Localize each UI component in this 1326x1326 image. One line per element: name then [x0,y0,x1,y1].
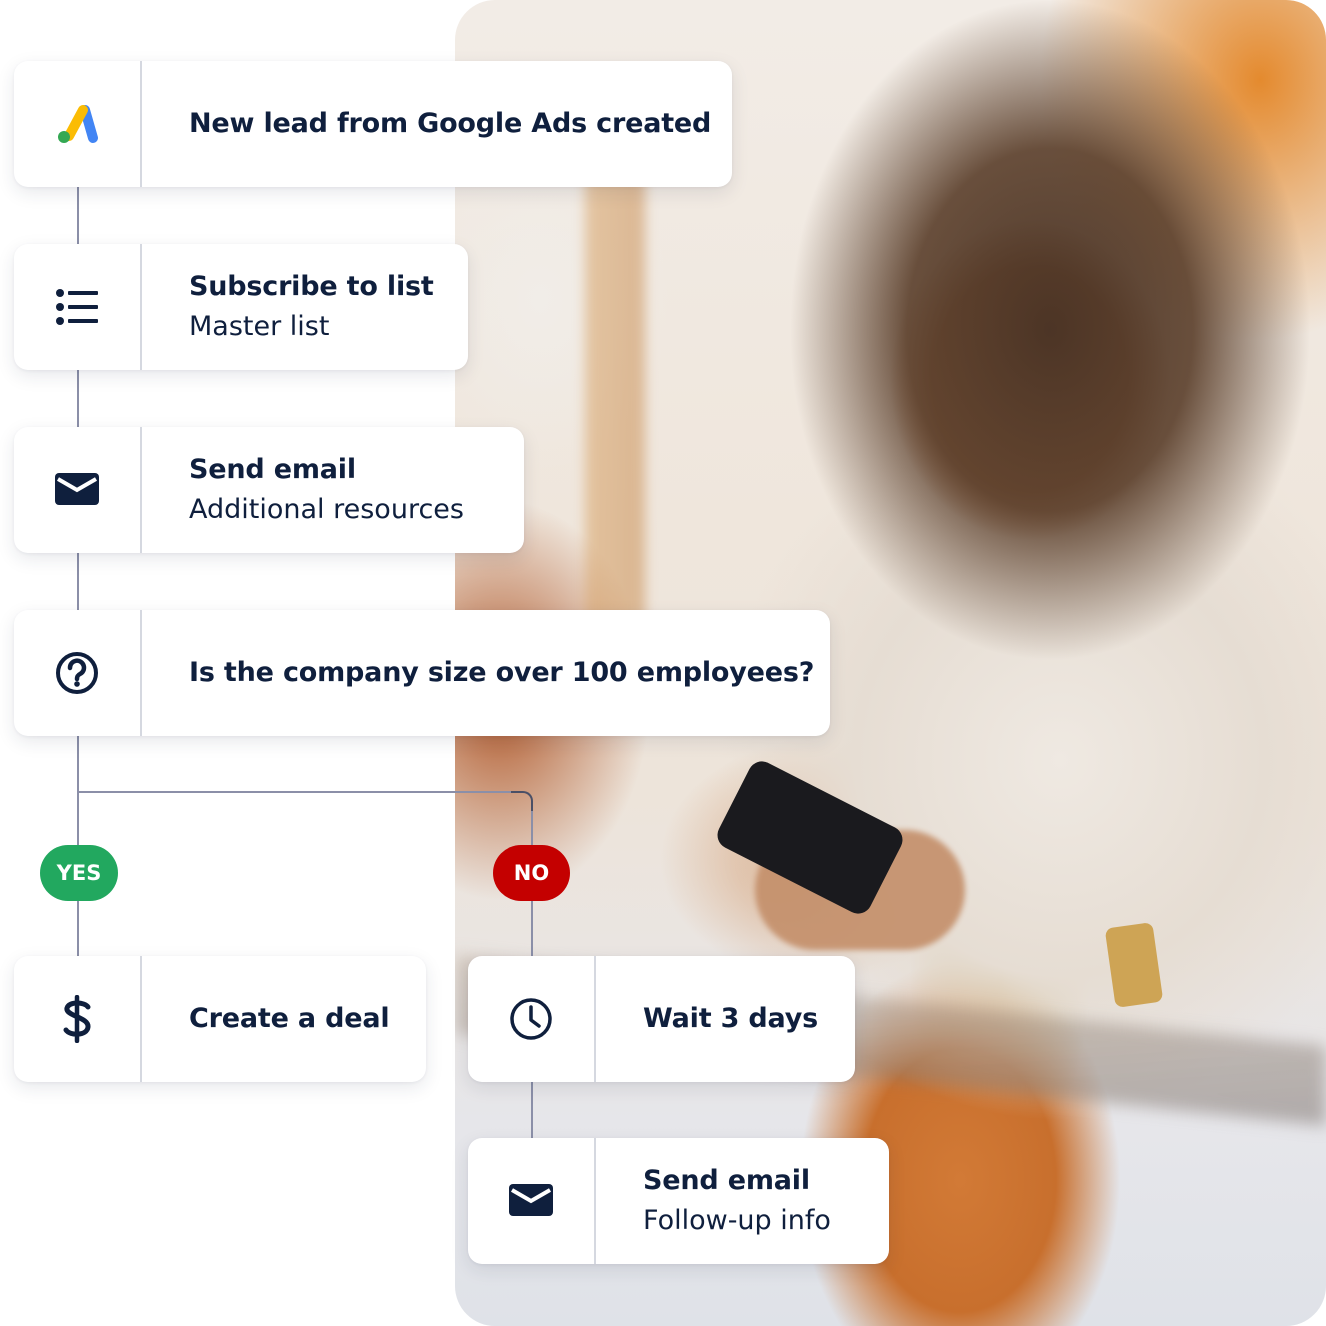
envelope-icon [14,427,142,553]
branch-corner [511,791,533,813]
branch-connector [77,791,523,793]
trigger-title: New lead from Google Ads created [189,108,712,139]
step-card-wait[interactable]: Wait 3 days [468,956,855,1082]
step-subtitle: Follow-up info [643,1205,831,1236]
condition-card[interactable]: Is the company size over 100 employees? [14,610,830,736]
step-card-subscribe[interactable]: Subscribe to list Master list [14,244,468,370]
connector-line [77,552,79,612]
step-title: Wait 3 days [643,1003,818,1034]
photo-watch [1104,922,1164,1008]
connector-line [77,370,79,430]
connector-line [77,186,79,246]
step-subtitle: Master list [189,311,330,342]
step-title: Send email [643,1165,810,1196]
step-card-send-followup[interactable]: Send email Follow-up info [468,1138,889,1264]
step-card-send-email[interactable]: Send email Additional resources [14,427,524,553]
step-title: Send email [189,454,356,485]
step-title: Subscribe to list [189,271,434,302]
no-badge[interactable]: NO [493,845,570,901]
connector-line [531,1080,533,1140]
step-title: Create a deal [189,1003,390,1034]
yes-label: YES [56,861,102,885]
google-ads-icon [14,61,142,187]
question-icon [14,610,142,736]
condition-title: Is the company size over 100 employees? [189,657,815,688]
yes-badge[interactable]: YES [40,845,118,901]
step-card-create-deal[interactable]: Create a deal [14,956,426,1082]
list-icon [14,244,142,370]
no-label: NO [513,861,550,885]
photo-shelf [585,120,645,680]
trigger-card[interactable]: New lead from Google Ads created [14,61,732,187]
envelope-icon [468,1138,596,1264]
dollar-icon [14,956,142,1082]
step-subtitle: Additional resources [189,494,464,525]
clock-icon [468,956,596,1082]
